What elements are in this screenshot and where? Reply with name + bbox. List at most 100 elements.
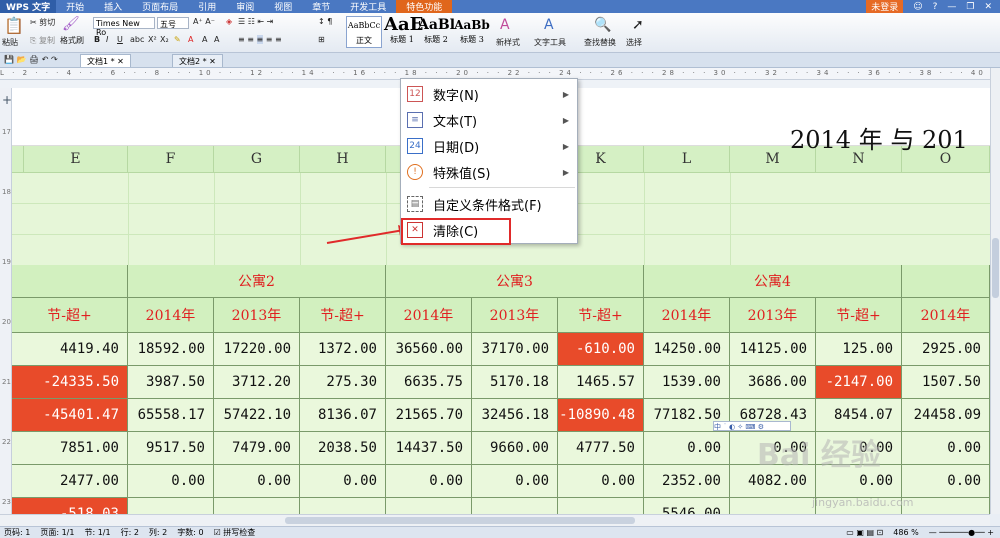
table-cell[interactable] xyxy=(902,498,990,514)
format-painter-button[interactable]: 格式刷 xyxy=(60,35,84,46)
table-cell[interactable]: 32456.18 xyxy=(472,399,558,432)
table-cell[interactable]: 7479.00 xyxy=(214,432,300,465)
find-replace-icon[interactable]: 🔍 xyxy=(594,17,611,33)
font-size-select[interactable]: 五号 xyxy=(157,17,189,29)
view-mode-icons[interactable]: ▭ ▣ ▤ ⊡ xyxy=(846,528,883,537)
format-painter-icon[interactable]: 🖌 xyxy=(62,16,80,32)
highlight-button[interactable]: ✎ xyxy=(174,35,181,44)
new-style-icon[interactable]: A xyxy=(500,17,510,33)
menu-item-date[interactable]: 24 日期(D) ▶ xyxy=(401,133,577,159)
table-cell[interactable]: 2038.50 xyxy=(300,432,386,465)
italic-button[interactable]: I xyxy=(106,35,108,44)
table-cell[interactable] xyxy=(558,498,644,514)
hscroll-thumb[interactable] xyxy=(285,517,635,524)
help-icon[interactable]: ? xyxy=(933,2,938,12)
column-subheader[interactable]: 节-超+ xyxy=(816,298,902,333)
table-cell[interactable]: 0.00 xyxy=(472,465,558,498)
table-cell[interactable]: 125.00 xyxy=(816,333,902,366)
char-shading-button[interactable]: A xyxy=(214,35,219,44)
horizontal-scrollbar[interactable] xyxy=(0,514,990,526)
style-heading-3[interactable]: AaBb 标题 3 xyxy=(454,16,490,48)
table-cell[interactable]: 1465.57 xyxy=(558,366,644,399)
table-cell[interactable]: 0.00 xyxy=(300,465,386,498)
menu-item-number[interactable]: 12 数字(N) ▶ xyxy=(401,81,577,107)
column-subheader[interactable]: 2014年 xyxy=(386,298,472,333)
table-cell[interactable]: 2925.00 xyxy=(902,333,990,366)
table-cell[interactable]: 5170.18 xyxy=(472,366,558,399)
paste-icon[interactable]: 📋 xyxy=(4,16,24,35)
table-cell[interactable]: 1539.00 xyxy=(644,366,730,399)
text-tools-icon[interactable]: A xyxy=(544,17,554,33)
group-header[interactable]: 公寓4 xyxy=(644,265,902,298)
table-cell[interactable]: 1507.50 xyxy=(902,366,990,399)
table-cell[interactable]: 5546.00 xyxy=(644,498,730,514)
table-cell[interactable]: 3712.20 xyxy=(214,366,300,399)
table-cell[interactable] xyxy=(128,498,214,514)
table-cell[interactable]: -2147.00 xyxy=(816,366,902,399)
table-cell[interactable]: 14437.50 xyxy=(386,432,472,465)
bullets-icon[interactable]: ☰ ☷ ⇤ ⇥ xyxy=(238,17,273,26)
table-cell[interactable]: 0.00 xyxy=(644,432,730,465)
menu-item-text[interactable]: ≡ 文本(T) ▶ xyxy=(401,107,577,133)
table-cell[interactable]: -518.03 xyxy=(12,498,128,514)
menu-dev-tools[interactable]: 开发工具 xyxy=(340,0,396,13)
table-cell[interactable]: 65558.17 xyxy=(128,399,214,432)
table-cell[interactable]: 14250.00 xyxy=(644,333,730,366)
group-header-partial[interactable] xyxy=(902,265,990,298)
table-cell[interactable]: 0.00 xyxy=(386,465,472,498)
group-header-empty[interactable] xyxy=(12,265,128,298)
table-cell[interactable]: 0.00 xyxy=(214,465,300,498)
copy-button[interactable]: ⎘ 复制 xyxy=(30,35,55,46)
table-cell[interactable]: 8136.07 xyxy=(300,399,386,432)
table-cell[interactable]: 8454.07 xyxy=(816,399,902,432)
column-subheader[interactable]: 节-超+ xyxy=(558,298,644,333)
align-icons[interactable]: ≡ ≡ ≡ ≡ ≡ xyxy=(238,35,282,44)
table-cell[interactable]: 6635.75 xyxy=(386,366,472,399)
table-cell[interactable]: 1372.00 xyxy=(300,333,386,366)
menu-item-custom[interactable]: ▤ 自定义条件格式(F) xyxy=(401,191,577,217)
table-cell[interactable] xyxy=(730,498,816,514)
restore-icon[interactable]: ❐ xyxy=(966,2,974,12)
grow-font-icon[interactable]: A⁺ A⁻ xyxy=(193,17,215,26)
table-cell[interactable]: 4777.50 xyxy=(558,432,644,465)
minimize-icon[interactable]: — xyxy=(947,2,956,12)
strikethrough-button[interactable]: abc xyxy=(130,35,144,44)
table-cell[interactable] xyxy=(214,498,300,514)
select-icon[interactable]: ➚ xyxy=(632,17,644,33)
group-header[interactable]: 公寓3 xyxy=(386,265,644,298)
tab-doc2[interactable]: 文档2 * ✕ xyxy=(172,54,223,67)
bold-button[interactable]: B xyxy=(94,35,100,44)
scrollbar-thumb[interactable] xyxy=(992,238,999,298)
table-cell[interactable] xyxy=(386,498,472,514)
new-style-button[interactable]: 新样式 xyxy=(496,37,520,48)
input-method-toolbar[interactable]: 中 ˙ ◐ ✧ ⌨ ⚙ xyxy=(713,421,791,431)
table-cell[interactable]: 3987.50 xyxy=(128,366,214,399)
zoom-level[interactable]: 486 % xyxy=(893,528,918,537)
quick-access-icons[interactable]: 💾 📂 🖨 ↶ ↷ xyxy=(4,55,58,64)
spellcheck-button[interactable]: ☑ 拼写检查 xyxy=(214,527,256,538)
menu-special[interactable]: 特色功能 xyxy=(396,0,453,13)
close-icon[interactable]: ✕ xyxy=(984,2,992,12)
column-subheader[interactable]: 2014年 xyxy=(902,298,990,333)
table-cell[interactable] xyxy=(300,498,386,514)
column-subheader[interactable]: 2013年 xyxy=(472,298,558,333)
menu-start[interactable]: 开始 xyxy=(56,0,94,13)
add-row-icon[interactable]: + xyxy=(2,93,12,107)
table-cell[interactable]: 24458.09 xyxy=(902,399,990,432)
menu-review[interactable]: 审阅 xyxy=(226,0,264,13)
font-color-button[interactable]: A xyxy=(188,35,193,44)
table-cell[interactable]: 0.00 xyxy=(902,465,990,498)
menu-page-layout[interactable]: 页面布局 xyxy=(132,0,188,13)
char-border-button[interactable]: A xyxy=(202,35,207,44)
style-heading-2[interactable]: AaBl 标题 2 xyxy=(418,16,455,48)
table-cell[interactable]: 37170.00 xyxy=(472,333,558,366)
table-cell[interactable]: 3686.00 xyxy=(730,366,816,399)
table-cell[interactable]: -24335.50 xyxy=(12,366,128,399)
table-cell[interactable]: 14125.00 xyxy=(730,333,816,366)
table-cell[interactable]: 57422.10 xyxy=(214,399,300,432)
column-subheader[interactable]: 2013年 xyxy=(730,298,816,333)
table-cell[interactable]: 18592.00 xyxy=(128,333,214,366)
table-cell[interactable]: 0.00 xyxy=(128,465,214,498)
zoom-slider[interactable]: — ──────●── + xyxy=(929,528,994,537)
underline-button[interactable]: U xyxy=(117,35,123,44)
